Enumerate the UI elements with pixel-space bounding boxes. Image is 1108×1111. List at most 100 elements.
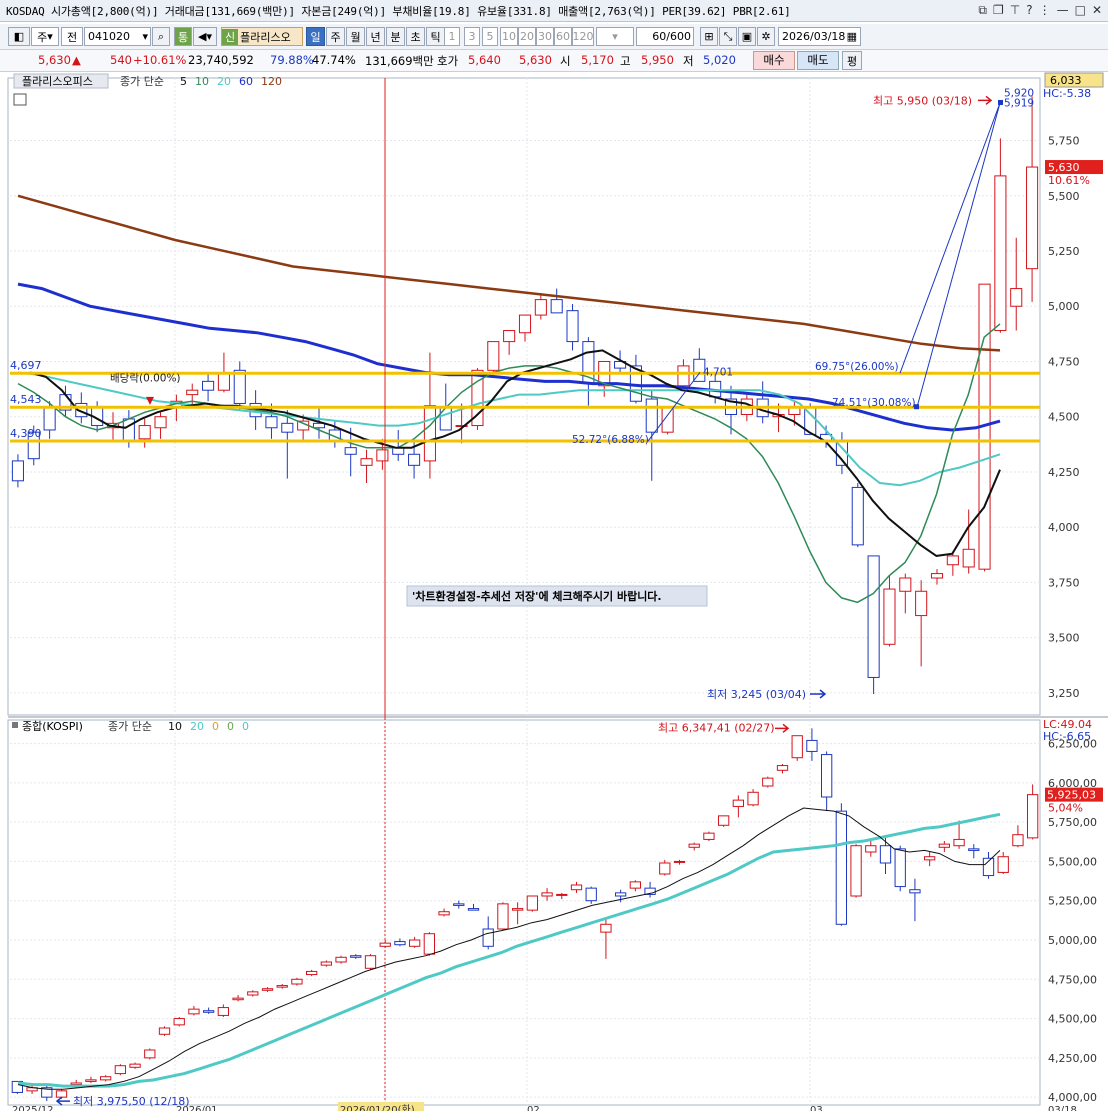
help-icon[interactable]: ?: [1026, 3, 1032, 18]
period-tab-4[interactable]: 분: [386, 27, 405, 46]
kospi-candle: [1012, 825, 1024, 848]
date-value: 2026/03/18: [782, 30, 846, 43]
price-candle: [994, 138, 1007, 333]
layout-icon[interactable]: ⧉: [978, 3, 987, 18]
period-tab-3[interactable]: 년: [366, 27, 385, 46]
kospi-ytick: 5,250,00: [1048, 895, 1097, 908]
tong-button[interactable]: 통: [174, 27, 192, 46]
angle-label-2: 74.51°(30.08%): [832, 397, 916, 409]
calendar-icon[interactable]: ▦: [847, 30, 857, 43]
price-candle: [1026, 96, 1039, 302]
price-candle: [471, 368, 484, 430]
quote-amount: 131,669백만: [365, 54, 434, 68]
period-tab-1[interactable]: 주: [326, 27, 345, 46]
price-body: [186, 389, 199, 396]
period-tab-0[interactable]: 일: [306, 27, 325, 46]
kospi-body: [585, 887, 597, 902]
price-body: [677, 365, 690, 387]
sound-icon[interactable]: ◀▾: [193, 27, 217, 46]
cross-label: 4,701: [703, 366, 733, 378]
pin-icon[interactable]: ⊤: [1010, 3, 1020, 18]
kospi-candle: [644, 881, 656, 898]
kospi-candle: [114, 1064, 127, 1076]
minute-tab-5[interactable]: 5: [482, 27, 498, 46]
price-ytick: 3,500: [1048, 632, 1080, 645]
avg-button[interactable]: 평: [842, 51, 862, 70]
kospi-candle: [570, 881, 583, 893]
gear-icon[interactable]: ✲: [757, 27, 775, 46]
count-value: 60: [652, 30, 667, 43]
kospi-candle: [659, 859, 671, 876]
sell-button[interactable]: 매도: [797, 51, 839, 70]
hc-label: HC:-5.38: [1043, 87, 1091, 100]
price-candle: [820, 425, 833, 448]
count-field[interactable]: 60/600: [636, 27, 694, 46]
date-field[interactable]: 2026/03/18 ▦: [778, 27, 861, 46]
kospi-candle: [144, 1048, 156, 1060]
kospi-candle: [261, 987, 274, 992]
low-annotation: 최저 3,245 (03/04): [707, 688, 806, 701]
minute-tab-3[interactable]: 3: [464, 27, 480, 46]
code-input[interactable]: 041020 ▾: [84, 27, 151, 46]
kospi-body: [732, 799, 745, 807]
price-body: [503, 330, 516, 343]
quote-low: 5,020: [703, 53, 736, 67]
save-icon[interactable]: ▣: [738, 27, 756, 46]
price-body: [867, 555, 880, 678]
price-candle: [281, 410, 294, 479]
kospi-candle: [99, 1075, 112, 1082]
minute-tab-120[interactable]: 120: [572, 27, 594, 46]
x-axis-label: 2026/01: [176, 1105, 218, 1111]
kospi-body: [467, 908, 480, 911]
restore-icon[interactable]: ❐: [993, 3, 1004, 18]
kospi-body: [173, 1018, 185, 1026]
price-candle: [1010, 237, 1023, 331]
price-body: [883, 588, 896, 645]
price-candle: [360, 449, 373, 484]
quote-arrow: ▲: [72, 53, 81, 67]
minute-tab-30[interactable]: 30: [536, 27, 554, 46]
price-body: [154, 416, 167, 429]
period-tab-6[interactable]: 틱: [426, 27, 445, 46]
kospi-last-text: 5,925,03: [1047, 789, 1096, 802]
kospi-candle: [923, 852, 936, 867]
high-annotation: 최고 5,950 (03/18): [873, 94, 972, 107]
period-week-select[interactable]: 주 ▾: [31, 27, 59, 46]
kospi-body: [335, 956, 347, 963]
kospi-candle: [909, 878, 921, 922]
price-legend-label: 종가 단순: [120, 75, 164, 88]
stock-name-field[interactable]: 신 플라리스오: [221, 27, 303, 46]
kospi-candle: [865, 839, 877, 857]
kospi-body: [968, 848, 980, 851]
period-tab-5[interactable]: 초: [406, 27, 425, 46]
panel-icon[interactable]: ◧: [8, 27, 30, 46]
period-combo[interactable]: ▾: [596, 27, 634, 46]
kospi-candle: [732, 795, 745, 818]
kospi-body: [85, 1079, 97, 1082]
kospi-body: [261, 988, 274, 991]
minute-tab-10[interactable]: 10: [500, 27, 518, 46]
kospi-last-pct: 5,04%: [1048, 802, 1083, 815]
compare-icon[interactable]: ⊞: [700, 27, 718, 46]
search-icon[interactable]: ⌕: [152, 27, 170, 46]
ma20-line: [17, 371, 1001, 487]
price-candle: [582, 337, 595, 406]
minimize-icon[interactable]: —: [1057, 3, 1069, 18]
period-all-button[interactable]: 전: [61, 27, 83, 46]
tool-icon[interactable]: ⤡: [719, 27, 737, 46]
last-pct: 10.61%: [1048, 174, 1090, 187]
kospi-body: [526, 895, 539, 911]
minute-tab-60[interactable]: 60: [554, 27, 572, 46]
minute-tab-1[interactable]: 1: [444, 27, 460, 46]
maximize-icon[interactable]: □: [1075, 3, 1086, 18]
chart-area[interactable]: 5,750 5,500 5,250 5,000 4,750 4,500 4,250 4,000…: [0, 72, 1108, 1111]
buy-button[interactable]: 매수: [753, 51, 795, 70]
price-body: [899, 577, 912, 592]
close-icon[interactable]: ✕: [1092, 3, 1102, 18]
price-body: [946, 555, 959, 566]
shin-badge: 신: [222, 28, 239, 45]
settings-icon[interactable]: ⋮: [1039, 3, 1051, 18]
period-tab-2[interactable]: 월: [346, 27, 365, 46]
price-body: [138, 425, 151, 440]
minute-tab-20[interactable]: 20: [518, 27, 536, 46]
